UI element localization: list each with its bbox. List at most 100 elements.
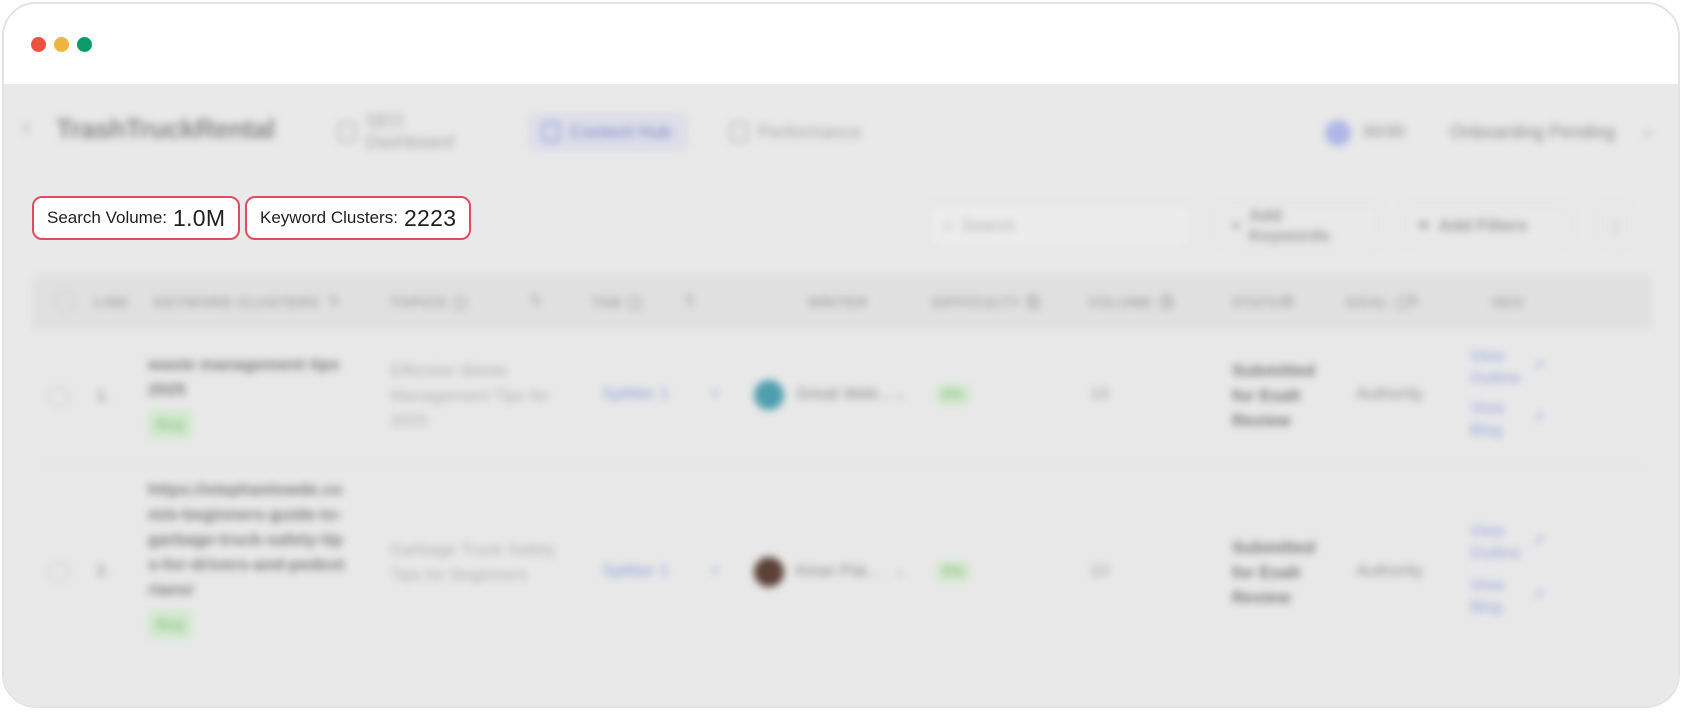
row-checkbox[interactable] [48,561,70,583]
keyword-clusters-label: Keyword Clusters: [260,208,398,227]
grid-icon [542,122,560,142]
tab-label: Performance [758,121,862,142]
sort-icon[interactable]: ⇅ [1408,292,1420,309]
external-link-icon[interactable]: ↗ [1532,585,1545,603]
sort-icon[interactable]: ⇅ [1284,292,1296,309]
header-topics-label: TOPICS [390,294,447,310]
header-topics[interactable]: TOPICS [390,294,467,311]
difficulty-badge: 0% [936,561,970,582]
add-keywords-button[interactable]: + Add Keywords [1216,204,1382,248]
volume-value: 10 [1090,384,1109,403]
sort-icon[interactable]: ⇅ [684,292,696,309]
blurred-background: ‹ TrashTruckRental SEO Dashboard Content… [4,84,1678,706]
header-volume[interactable]: VOLUME [1088,294,1173,311]
top-navigation: ‹ TrashTruckRental SEO Dashboard Content… [4,84,1678,174]
tab-link[interactable]: Splitter 1 [602,561,669,581]
header-line: LINE [94,294,130,310]
line-number: 2. [96,561,111,580]
close-window-button[interactable] [31,37,46,52]
tab-content-hub[interactable]: Content Hub [528,112,688,152]
avatar [754,380,784,410]
app-content: ‹ TrashTruckRental SEO Dashboard Content… [4,84,1678,706]
tab-seo-dashboard[interactable]: SEO Dashboard [324,111,508,152]
more-options-icon[interactable]: ⋮ [1600,204,1630,248]
tab-performance[interactable]: Performance [716,112,884,152]
keyword-cluster[interactable]: https://stephanlowde.com/e-beginners-gui… [148,477,348,639]
header-tab[interactable]: TAB [592,294,643,311]
header-writer: WRITER [808,294,869,310]
plus-icon: + [1231,216,1241,235]
sort-icon[interactable]: ⇅ [1162,292,1174,309]
external-link-icon[interactable]: ↗ [1532,408,1545,426]
volume-value: 10 [1090,561,1109,580]
credits-count: 30/30 [1362,122,1405,141]
brand-name: TrashTruckRental [56,114,275,144]
content-type-badge: Blog [148,410,193,439]
view-blog-link[interactable]: View Blog [1470,398,1540,442]
sort-icon[interactable]: ⇅ [1026,292,1038,309]
keyword-text: waste management tips 2025 [148,355,340,399]
search-volume-label: Search Volume: [47,208,168,227]
select-all-checkbox[interactable] [54,290,76,312]
goal-value: Authority [1356,384,1424,403]
back-chevron-icon[interactable]: ‹ [22,114,29,140]
line-number: 1. [96,386,111,405]
maximize-window-button[interactable] [77,37,92,52]
row-checkbox[interactable] [48,386,70,408]
external-link-icon[interactable]: ↗ [1532,531,1545,549]
chart-icon [730,122,748,142]
keyword-clusters-value: 2223 [403,204,457,231]
view-outline-link[interactable]: View Outline [1470,346,1540,390]
writer-name[interactable]: Kiran Pat... [796,561,880,581]
content-type-badge: Blog [148,610,193,639]
status-text: Submitted for Exalt Review [1232,538,1316,607]
chevron-down-icon[interactable]: ⌄ [1640,120,1655,141]
onboarding-status-button[interactable]: Onboarding Pending [1436,112,1656,152]
filter-icon: ⏷ [1417,216,1431,235]
add-filters-label: Add Filters [1438,216,1528,235]
topic-text: Effective Waste Management Tips for 2025 [390,361,550,430]
info-icon [452,296,467,311]
avatar [754,557,784,587]
title-bar [4,4,1678,84]
keyword-clusters-stat: Keyword Clusters: 2223 [245,196,472,240]
tab-label: Content Hub [570,121,672,142]
add-tab-icon[interactable]: + [710,384,720,404]
chevron-down-icon[interactable]: ⌄ [894,385,907,403]
header-goal[interactable]: GOAL [1346,294,1410,311]
info-icon [628,296,643,311]
table-row[interactable]: 1. waste management tips 2025 Blog Effec… [32,330,1652,465]
table-row[interactable]: 2. https://stephanlowde.com/e-beginners-… [32,465,1652,706]
writer-name[interactable]: Great Web... [796,384,892,404]
keyword-table: LINE KEYWORD CLUSTERS ⇅ TOPICS ⇅ TAB ⇅ W… [32,274,1652,706]
keyword-text: https://stephanlowde.com/e-beginners-gui… [148,480,345,599]
sort-icon[interactable]: ⇅ [530,292,542,309]
table-header: LINE KEYWORD CLUSTERS ⇅ TOPICS ⇅ TAB ⇅ W… [32,274,1652,330]
add-tab-icon[interactable]: + [710,561,720,581]
add-keywords-label: Add Keywords [1248,206,1331,245]
chevron-down-icon[interactable]: ⌄ [894,562,907,580]
search-icon: ⌕ [944,216,954,235]
header-seo: SEO [1492,294,1524,310]
header-difficulty[interactable]: DIFFICULTY [932,294,1041,311]
keyword-cluster[interactable]: waste management tips 2025 Blog [148,352,348,439]
header-difficulty-label: DIFFICULTY [932,294,1021,310]
header-keyword-clusters[interactable]: KEYWORD CLUSTERS [154,294,319,310]
tab-link[interactable]: Splitter 1 [602,384,669,404]
clipboard-icon [338,122,356,142]
goal-value: Authority [1356,561,1424,580]
external-link-icon[interactable]: ↗ [1532,356,1545,374]
header-volume-label: VOLUME [1088,294,1153,310]
onboarding-label: Onboarding Pending [1450,121,1616,142]
search-volume-stat: Search Volume: 1.0M [32,196,241,240]
browser-window: ‹ TrashTruckRental SEO Dashboard Content… [2,2,1680,708]
minimize-window-button[interactable] [54,37,69,52]
view-blog-link[interactable]: View Blog [1470,575,1540,619]
topic-text: Garbage Truck Safety Tips for Beginners [390,540,556,584]
sort-icon[interactable]: ⇅ [328,292,340,309]
difficulty-badge: 0% [936,384,970,405]
header-status[interactable]: STATUS [1232,294,1291,310]
add-filters-button[interactable]: ⏷ Add Filters [1402,204,1570,248]
search-input[interactable]: ⌕ Search [929,204,1191,248]
view-outline-link[interactable]: View Outline [1470,521,1540,565]
